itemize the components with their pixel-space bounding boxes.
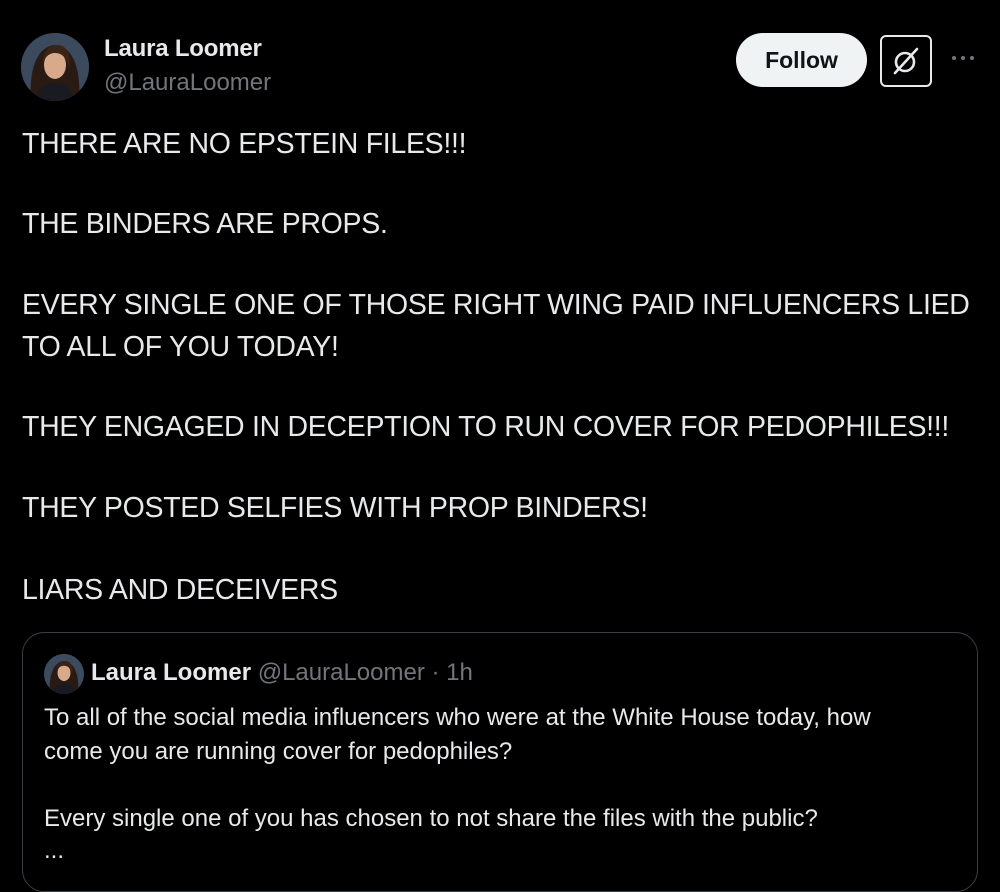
quote-avatar[interactable] <box>44 654 84 694</box>
quote-header: Laura Loomer @LauraLoomer · 1h <box>91 659 473 687</box>
post-text-line: THEY ENGAGED IN DECEPTION TO RUN COVER F… <box>22 411 950 443</box>
more-icon[interactable] <box>948 48 978 68</box>
quote-text-line: ... <box>44 837 65 864</box>
grok-icon[interactable] <box>880 35 932 87</box>
quoted-post-card[interactable]: Laura Loomer @LauraLoomer · 1h To all of… <box>22 632 978 892</box>
post-text-line: TO ALL OF YOU TODAY! <box>22 331 339 363</box>
post-text-line: THEY POSTED SELFIES WITH PROP BINDERS! <box>22 492 648 524</box>
post-text-line: THERE ARE NO EPSTEIN FILES!!! <box>22 128 467 160</box>
post-text-line: THE BINDERS ARE PROPS. <box>22 208 388 240</box>
quote-text-line: Every single one of you has chosen to no… <box>44 805 818 832</box>
quote-text-line: To all of the social media influencers w… <box>44 704 871 731</box>
avatar[interactable] <box>21 33 89 101</box>
quote-separator: · <box>431 659 440 686</box>
post-text-line: EVERY SINGLE ONE OF THOSE RIGHT WING PAI… <box>22 289 970 321</box>
follow-button[interactable]: Follow <box>736 33 867 87</box>
quote-text-line: come you are running cover for pedophile… <box>44 738 513 765</box>
post-text-line: LIARS AND DECEIVERS <box>22 574 338 606</box>
quote-timestamp[interactable]: 1h <box>446 659 473 686</box>
author-name[interactable]: Laura Loomer <box>104 35 262 63</box>
author-handle[interactable]: @LauraLoomer <box>104 69 271 97</box>
quote-author-name[interactable]: Laura Loomer <box>91 659 251 686</box>
quote-author-handle[interactable]: @LauraLoomer <box>258 659 425 686</box>
tweet: Laura Loomer @LauraLoomer Follow THERE A… <box>0 0 1000 892</box>
